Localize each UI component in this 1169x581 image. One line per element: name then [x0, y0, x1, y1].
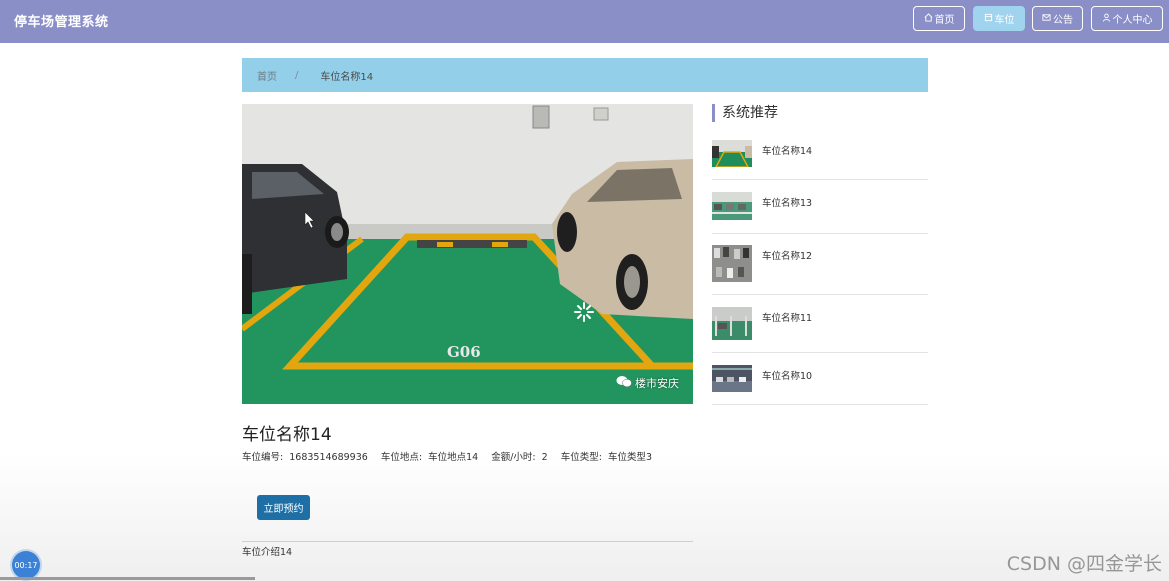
mail-icon — [1042, 13, 1051, 25]
recommend-title: 系统推荐 — [712, 104, 778, 122]
photo-watermark: 楼市安庆 — [616, 375, 679, 391]
content-divider — [242, 541, 693, 542]
parking-icon — [984, 13, 993, 25]
book-now-button[interactable]: 立即预约 — [257, 495, 310, 520]
nav-notice-button[interactable]: 公告 — [1032, 6, 1083, 31]
recommend-label: 车位名称10 — [762, 371, 813, 382]
recommend-thumbnail — [712, 245, 752, 282]
number-value: 1683514689936 — [289, 452, 368, 463]
recommend-divider — [712, 179, 928, 180]
parking-spot-photo: G06 楼市安庆 — [242, 104, 693, 404]
breadcrumb-home-link[interactable]: 首页 — [257, 68, 277, 83]
app-title: 停车场管理系统 — [14, 15, 109, 30]
spot-meta: 车位编号: 1683514689936 车位地点: 车位地点14 金额/小时: … — [242, 449, 655, 463]
recommend-item[interactable]: 车位名称11 — [712, 307, 928, 340]
number-label: 车位编号: — [242, 452, 284, 463]
price-value: 2 — [541, 452, 548, 463]
csdn-watermark: CSDN @四金学长 — [1006, 553, 1162, 575]
video-progress-bar[interactable] — [0, 577, 255, 580]
location-label: 车位地点: — [380, 452, 423, 463]
nav-home-button[interactable]: 首页 — [913, 6, 965, 31]
home-icon — [924, 12, 933, 25]
recommend-item[interactable]: 车位名称13 — [712, 192, 928, 220]
recommend-item[interactable]: 车位名称14 — [712, 140, 928, 167]
breadcrumb-separator: / — [295, 69, 299, 81]
recommend-thumbnail — [712, 140, 752, 167]
location-value: 车位地点14 — [428, 452, 479, 463]
nav-notice-label: 公告 — [1053, 15, 1073, 26]
user-icon — [1102, 13, 1111, 25]
spot-title: 车位名称14 — [242, 425, 332, 445]
nav-user-center-button[interactable]: 个人中心 — [1091, 6, 1163, 31]
nav-user-center-label: 个人中心 — [1112, 15, 1153, 26]
breadcrumb-current: 车位名称14 — [320, 71, 374, 83]
top-nav-bar: 停车场管理系统 首页 车位 公告 个人中心 — [0, 0, 1169, 43]
recommend-item[interactable]: 车位名称10 — [712, 365, 928, 392]
wechat-icon — [616, 375, 632, 391]
photo-watermark-text: 楼市安庆 — [635, 377, 679, 390]
recommend-thumbnail — [712, 192, 752, 220]
recommend-label: 车位名称14 — [762, 146, 813, 157]
recommend-divider — [712, 294, 928, 295]
spot-intro: 车位介绍14 — [242, 547, 293, 558]
recommend-label: 车位名称11 — [762, 313, 813, 324]
type-value: 车位类型3 — [607, 452, 652, 463]
recommend-label: 车位名称12 — [762, 251, 813, 262]
recommend-thumbnail — [712, 365, 752, 392]
type-label: 车位类型: — [560, 452, 602, 463]
recommend-label: 车位名称13 — [762, 198, 813, 209]
recommend-divider — [712, 352, 928, 353]
video-timer-badge[interactable]: 00:17 — [12, 551, 40, 579]
recommend-divider — [712, 233, 928, 234]
breadcrumb: 首页 / 车位名称14 — [242, 58, 928, 92]
recommend-thumbnail — [712, 307, 752, 340]
bay-code-label: G06 — [447, 343, 481, 361]
nav-home-label: 首页 — [934, 15, 955, 26]
recommend-divider — [712, 404, 928, 405]
nav-parking-label: 车位 — [994, 15, 1015, 26]
recommend-item[interactable]: 车位名称12 — [712, 245, 928, 282]
nav-parking-button[interactable]: 车位 — [973, 6, 1025, 31]
price-label: 金额/小时: — [491, 452, 536, 463]
